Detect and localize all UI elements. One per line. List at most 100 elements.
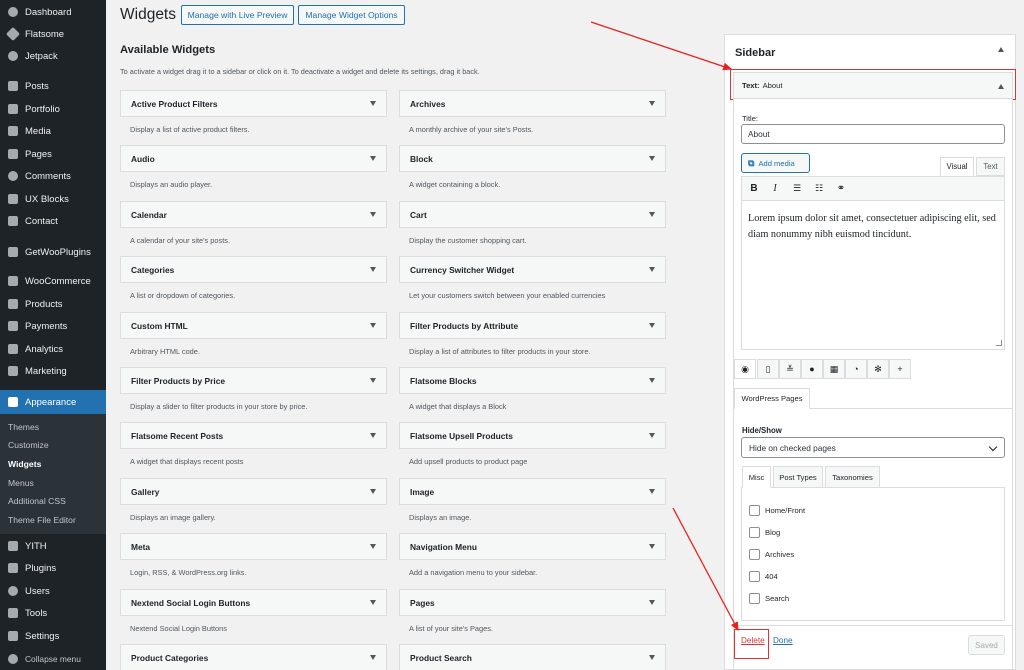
menu-item-posts[interactable]: Posts: [0, 75, 106, 97]
widget-item[interactable]: Filter Products by Price: [120, 367, 387, 394]
menu-item-settings[interactable]: Settings: [0, 625, 106, 647]
manage-live-preview-button[interactable]: Manage with Live Preview: [181, 5, 294, 25]
menu-item-contact[interactable]: Contact: [0, 210, 106, 232]
checkbox-home-front[interactable]: [749, 505, 760, 516]
menu-item-flatsome[interactable]: Flatsome: [0, 23, 106, 45]
title-input[interactable]: About: [741, 124, 1005, 144]
chevron-down-icon[interactable]: [370, 267, 376, 272]
menu-item-getwooplugins[interactable]: GetWooPlugins: [0, 241, 106, 263]
menu-item-portfolio[interactable]: Portfolio: [0, 98, 106, 120]
menu-item-marketing[interactable]: Marketing: [0, 360, 106, 382]
add-media-button[interactable]: ⧉ Add media: [741, 153, 810, 173]
widget-item[interactable]: Audio: [120, 145, 387, 172]
chevron-down-icon[interactable]: [649, 433, 655, 438]
menu-item-ux-blocks[interactable]: UX Blocks: [0, 188, 106, 210]
bold-button[interactable]: B: [746, 180, 762, 196]
menu-item-pages[interactable]: Pages: [0, 143, 106, 165]
chevron-down-icon[interactable]: [649, 156, 655, 161]
chevron-down-icon[interactable]: [370, 600, 376, 605]
plus-icon[interactable]: +: [889, 359, 911, 379]
chevron-down-icon[interactable]: [649, 489, 655, 494]
widget-item[interactable]: Flatsome Recent Posts: [120, 422, 387, 449]
menu-item-comments[interactable]: Comments: [0, 165, 106, 187]
tab-visual[interactable]: Visual: [940, 157, 974, 176]
submenu-theme-file-editor[interactable]: Theme File Editor: [0, 511, 106, 529]
menu-item-jetpack[interactable]: Jetpack: [0, 45, 106, 67]
alignment-icon[interactable]: ≚: [779, 359, 801, 379]
chevron-down-icon[interactable]: [649, 323, 655, 328]
chart-icon[interactable]: ◔: [845, 359, 867, 379]
widget-item[interactable]: Block: [399, 145, 666, 172]
submenu-menus[interactable]: Menus: [0, 474, 106, 492]
editor-content[interactable]: Lorem ipsum dolor sit amet, consectetuer…: [741, 201, 1005, 350]
checkbox-archives[interactable]: [749, 549, 760, 560]
collapse-sidebar-icon[interactable]: [998, 47, 1004, 52]
menu-item-products[interactable]: Products: [0, 293, 106, 315]
submenu-additional-css[interactable]: Additional CSS: [0, 492, 106, 510]
chevron-down-icon[interactable]: [649, 101, 655, 106]
done-link[interactable]: Done: [773, 636, 793, 645]
tab-text[interactable]: Text: [976, 157, 1005, 176]
hideshow-select[interactable]: Hide on checked pages: [741, 437, 1005, 458]
italic-button[interactable]: I: [767, 180, 783, 196]
widget-item[interactable]: Flatsome Blocks: [399, 367, 666, 394]
subtab-taxonomies[interactable]: Taxonomies: [825, 466, 880, 488]
chevron-down-icon[interactable]: [649, 212, 655, 217]
widget-item[interactable]: Calendar: [120, 201, 387, 228]
checkbox-404[interactable]: [749, 571, 760, 582]
chevron-down-icon[interactable]: [649, 544, 655, 549]
user-icon[interactable]: ●: [801, 359, 823, 379]
widget-item[interactable]: Currency Switcher Widget: [399, 256, 666, 283]
chevron-down-icon[interactable]: [370, 433, 376, 438]
collapse-menu[interactable]: Collapse menu: [0, 648, 106, 670]
widget-item[interactable]: Image: [399, 478, 666, 505]
widget-item[interactable]: Navigation Menu: [399, 533, 666, 560]
calendar-icon[interactable]: ▦: [823, 359, 845, 379]
widget-item[interactable]: Categories: [120, 256, 387, 283]
menu-item-analytics[interactable]: Analytics: [0, 338, 106, 360]
submenu-customize[interactable]: Customize: [0, 436, 106, 454]
chevron-down-icon[interactable]: [370, 101, 376, 106]
menu-item-media[interactable]: Media: [0, 120, 106, 142]
resize-handle-icon[interactable]: [996, 340, 1002, 346]
numbered-list-icon[interactable]: ☷: [811, 180, 827, 196]
menu-item-woocommerce[interactable]: WooCommerce: [0, 270, 106, 292]
visibility-eye-icon[interactable]: ◉: [734, 359, 756, 379]
gear-icon[interactable]: ✻: [867, 359, 889, 379]
submenu-themes[interactable]: Themes: [0, 418, 106, 436]
menu-item-plugins[interactable]: Plugins: [0, 557, 106, 579]
chevron-down-icon[interactable]: [649, 655, 655, 660]
bullet-list-icon[interactable]: ☰: [789, 180, 805, 196]
widget-item[interactable]: Filter Products by Attribute: [399, 312, 666, 339]
widget-item[interactable]: Active Product Filters: [120, 90, 387, 117]
chevron-down-icon[interactable]: [649, 378, 655, 383]
widget-item[interactable]: Cart: [399, 201, 666, 228]
menu-item-yith[interactable]: YITH: [0, 535, 106, 557]
chevron-down-icon[interactable]: [370, 323, 376, 328]
widget-item[interactable]: Flatsome Upsell Products: [399, 422, 666, 449]
widget-item[interactable]: Product Search: [399, 644, 666, 670]
chevron-down-icon[interactable]: [370, 544, 376, 549]
menu-item-payments[interactable]: Payments: [0, 315, 106, 337]
chevron-down-icon[interactable]: [370, 655, 376, 660]
submenu-widgets[interactable]: Widgets: [0, 455, 106, 473]
chevron-down-icon[interactable]: [649, 267, 655, 272]
widget-item[interactable]: Pages: [399, 589, 666, 616]
chevron-down-icon[interactable]: [370, 489, 376, 494]
manage-widget-options-button[interactable]: Manage Widget Options: [298, 5, 405, 25]
widget-item[interactable]: Nextend Social Login Buttons: [120, 589, 387, 616]
tab-wordpress-pages[interactable]: WordPress Pages: [734, 388, 810, 409]
widget-item[interactable]: Product Categories: [120, 644, 387, 670]
widget-item[interactable]: Gallery: [120, 478, 387, 505]
chevron-down-icon[interactable]: [649, 600, 655, 605]
menu-item-users[interactable]: Users: [0, 580, 106, 602]
chevron-down-icon[interactable]: [370, 212, 376, 217]
chevron-down-icon[interactable]: [370, 378, 376, 383]
checkbox-search[interactable]: [749, 593, 760, 604]
chevron-down-icon[interactable]: [370, 156, 376, 161]
checkbox-blog[interactable]: [749, 527, 760, 538]
menu-item-dashboard[interactable]: Dashboard: [0, 1, 106, 23]
subtab-post-types[interactable]: Post Types: [773, 466, 823, 488]
subtab-misc[interactable]: Misc: [742, 466, 771, 488]
widget-item[interactable]: Meta: [120, 533, 387, 560]
